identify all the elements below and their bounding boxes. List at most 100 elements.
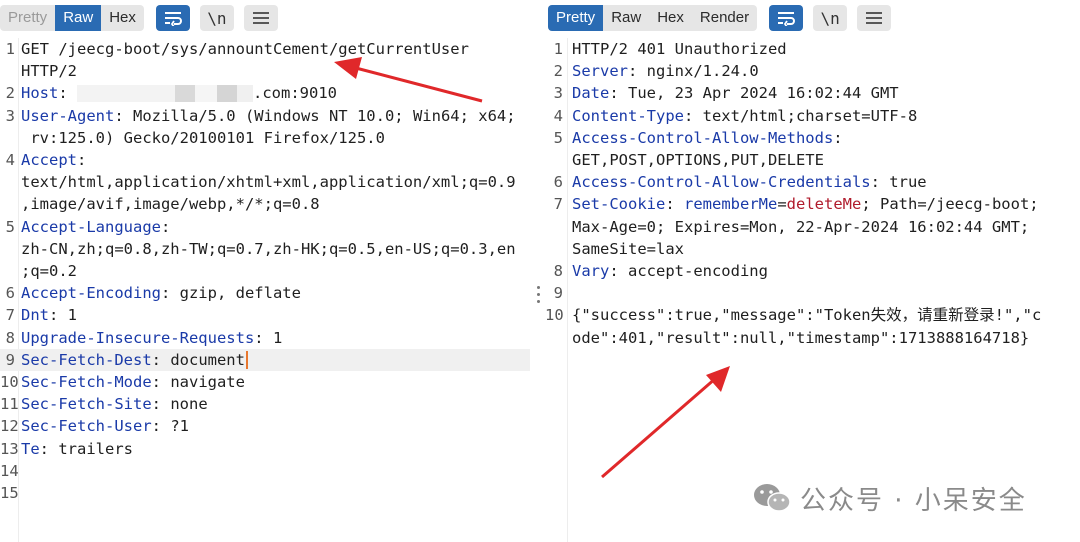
line-text: Server: nginx/1.24.0 (572, 60, 759, 82)
response-line: 6 Access-Control-Allow-Credentials: true (545, 171, 1080, 193)
line-number: 15 (0, 484, 19, 502)
line-segment: ode":401,"result":null,"timestamp":17138… (572, 328, 1030, 347)
line-number: 4 (5, 151, 15, 169)
header-name: Access-Control-Allow-Methods (572, 128, 834, 147)
request-line: 5 Accept-Language: (0, 216, 530, 238)
request-line: 10 Sec-Fetch-Mode: navigate (0, 371, 530, 393)
line-segment: : text/html;charset=UTF-8 (683, 106, 918, 125)
response-tab-raw[interactable]: Raw (603, 5, 649, 31)
line-number: 1 (5, 40, 15, 58)
pane-divider-handle[interactable] (533, 280, 543, 310)
newline-icon: \n (207, 8, 227, 28)
request-tab-hex[interactable]: Hex (101, 5, 144, 31)
response-line: 1 HTTP/2 401 Unauthorized (545, 38, 1080, 60)
newline-icon: \n (820, 8, 840, 28)
menu-button[interactable] (857, 5, 892, 31)
response-line: Max-Age=0; Expires=Mon, 22-Apr-2024 16:0… (545, 216, 1080, 238)
watermark-text: 公众号 · 小呆安全 (800, 485, 1027, 516)
header-name: Set-Cookie (572, 195, 666, 214)
response-line: 2 Server: nginx/1.24.0 (545, 60, 1080, 82)
line-number: 6 (5, 284, 15, 303)
line-segment: : ?1 (151, 417, 189, 436)
line-text: Upgrade-Insecure-Requests: 1 (21, 327, 282, 349)
line-text: Max-Age=0; Expires=Mon, 22-Apr-2024 16:0… (572, 216, 1029, 238)
line-segment: : gzip, deflate (160, 284, 301, 303)
line-text: HTTP/2 (21, 60, 77, 82)
line-number: 9 (5, 350, 15, 369)
line-text: Host: .com:9010 (21, 82, 337, 104)
header-name: Sec-Fetch-Mode (21, 373, 152, 391)
line-text: SameSite=lax (572, 238, 684, 260)
wrap-icon (778, 12, 796, 26)
menu-button[interactable] (243, 5, 278, 31)
header-name: Vary (572, 262, 610, 280)
line-text: Te: trailers (21, 438, 133, 460)
wrap-lines-button[interactable] (155, 5, 190, 31)
line-number: 2 (5, 84, 15, 103)
line-segment: : nginx/1.24.0 (628, 62, 759, 81)
line-text: Date: Tue, 23 Apr 2024 16:02:44 GMT (572, 82, 899, 104)
request-line: 4 Accept: (0, 149, 530, 171)
line-segment: SameSite=lax (572, 239, 684, 258)
line-segment: = (777, 195, 787, 214)
response-line: 4 Content-Type: text/html;charset=UTF-8 (545, 105, 1080, 127)
response-line: 7 Set-Cookie: rememberMe=deleteMe; Path=/… (545, 193, 1080, 215)
line-segment: : (77, 151, 87, 169)
show-newlines-button[interactable]: \n (199, 5, 234, 31)
line-segment: text/html,application/xhtml+xml,applicat… (21, 173, 516, 192)
request-tab-pretty[interactable]: Pretty (0, 5, 55, 31)
line-text: Sec-Fetch-Dest: document (21, 349, 248, 371)
line-segment: deleteMe (786, 195, 862, 214)
line-text: Sec-Fetch-Mode: navigate (21, 371, 245, 393)
response-line: 9 (545, 282, 1080, 304)
request-tab-raw[interactable]: Raw (55, 5, 102, 31)
line-text: Accept: (21, 149, 86, 171)
line-number: 5 (553, 128, 563, 147)
line-segment: : (833, 128, 843, 147)
line-text: Sec-Fetch-User: ?1 (21, 415, 189, 437)
response-editor[interactable]: 1 HTTP/2 401 Unauthorized 2 Server: nginx/1… (545, 38, 1080, 542)
header-name: Host (21, 84, 59, 103)
line-text: Content-Type: text/html;charset=UTF-8 (572, 105, 917, 127)
watermark: 公众号 · 小呆安全 (752, 478, 1027, 518)
show-newlines-button[interactable]: \n (813, 5, 848, 31)
response-line: GET,POST,OPTIONS,PUT,DELETE (545, 149, 1080, 171)
line-text: GET,POST,OPTIONS,PUT,DELETE (572, 149, 824, 171)
header-name: Upgrade-Insecure-Requests (21, 328, 255, 347)
line-text: ode":401,"result":null,"timestamp":17138… (572, 327, 1029, 349)
line-number: 1 (553, 40, 563, 58)
line-segment: : accept-encoding (609, 262, 768, 280)
header-name: Content-Type (572, 106, 684, 125)
line-segment: : none (151, 395, 208, 414)
wrap-icon (164, 12, 182, 26)
line-number: 3 (5, 106, 15, 125)
response-line: 8 Vary: accept-encoding (545, 260, 1080, 282)
line-text: Sec-Fetch-Site: none (21, 393, 208, 415)
wrap-lines-button[interactable] (769, 5, 804, 31)
response-tab-pretty[interactable]: Pretty (548, 5, 604, 31)
request-line: 7 Dnt: 1 (0, 304, 530, 326)
line-segment: : navigate (151, 373, 245, 391)
line-text: Vary: accept-encoding (572, 260, 768, 282)
request-line: 14 (0, 460, 530, 482)
line-segment: rememberMe (684, 195, 778, 214)
header-name: Te (21, 439, 40, 458)
header-name: Access-Control-Allow-Credentials (572, 173, 871, 192)
response-tab-hex[interactable]: Hex (649, 5, 692, 31)
line-segment: .com:9010 (253, 84, 337, 103)
request-editor[interactable]: 1 GET /jeecg-boot/sys/annountCement/getCu… (0, 38, 530, 542)
header-name: User-Agent (21, 106, 115, 125)
line-text: HTTP/2 401 Unauthorized (572, 38, 787, 60)
line-number: 12 (0, 417, 19, 436)
request-toolbar: Pretty Raw Hex \n (0, 4, 278, 32)
line-text: {"success":true,"message":"Token失效，请重新登录… (572, 304, 1041, 326)
request-pane: Pretty Raw Hex \n 1 GET /jeecg-boot/sys/ann… (0, 0, 530, 542)
line-number: 8 (553, 262, 563, 280)
line-text: Access-Control-Allow-Methods: (572, 127, 843, 149)
line-text: ,image/avif,image/webp,*/*;q=0.8 (21, 193, 320, 215)
line-number: 10 (545, 306, 564, 325)
line-segment: : 1 (49, 306, 77, 325)
response-tab-render[interactable]: Render (692, 5, 757, 31)
wechat-icon (754, 484, 791, 512)
request-line: 2 Host: .com:9010 (0, 82, 530, 104)
